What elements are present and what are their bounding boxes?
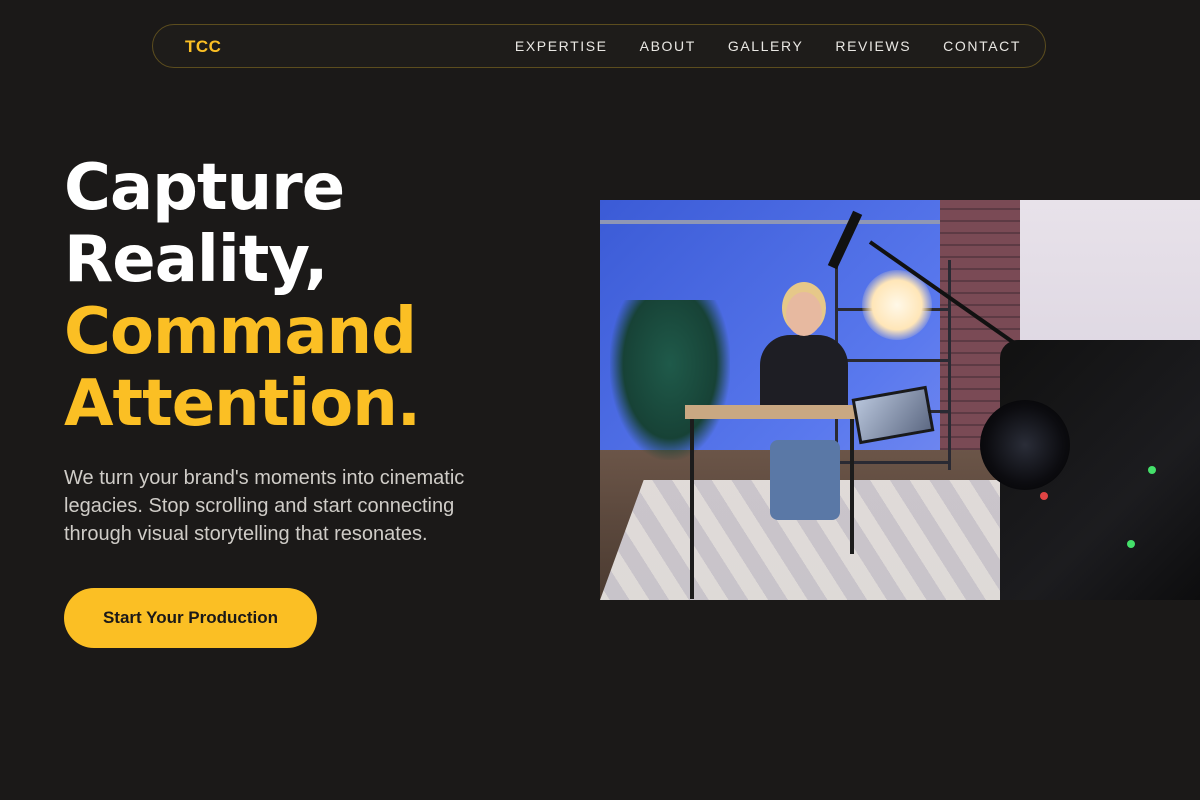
headline-line-4: Attention.	[64, 367, 421, 441]
person-head	[786, 292, 822, 336]
nav-links: EXPERTISE ABOUT GALLERY REVIEWS CONTACT	[483, 25, 1021, 67]
desk-leg	[690, 419, 694, 599]
headline-line-2: Reality,	[64, 223, 328, 297]
start-production-button[interactable]: Start Your Production	[64, 588, 317, 648]
camera-led	[1040, 492, 1048, 500]
person-legs	[770, 440, 840, 520]
logo[interactable]: TCC	[185, 37, 221, 57]
lighting-rail	[600, 220, 960, 224]
nav-link-gallery[interactable]: GALLERY	[728, 38, 804, 54]
desk	[685, 405, 860, 419]
camera-led	[1127, 540, 1135, 548]
camera-lens	[980, 400, 1070, 490]
headline-line-1: Capture	[64, 151, 345, 225]
desk-leg	[850, 419, 854, 554]
nav-link-expertise[interactable]: EXPERTISE	[515, 38, 608, 54]
camera-led	[1148, 466, 1156, 474]
nav-link-reviews[interactable]: REVIEWS	[835, 38, 911, 54]
hero-studio-photo	[600, 200, 1200, 600]
plant	[610, 300, 730, 460]
headline-line-3: Command	[64, 295, 417, 369]
nav-link-contact[interactable]: CONTACT	[943, 38, 1021, 54]
nav-link-about[interactable]: ABOUT	[640, 38, 696, 54]
navbar: TCC EXPERTISE ABOUT GALLERY REVIEWS CONT…	[152, 24, 1046, 68]
hero-subtitle: We turn your brand's moments into cinema…	[64, 467, 465, 545]
hero-headline: Capture Reality, Command Attention.	[64, 152, 534, 440]
person-body	[760, 335, 848, 415]
page: TCC EXPERTISE ABOUT GALLERY REVIEWS CONT…	[0, 0, 1200, 800]
